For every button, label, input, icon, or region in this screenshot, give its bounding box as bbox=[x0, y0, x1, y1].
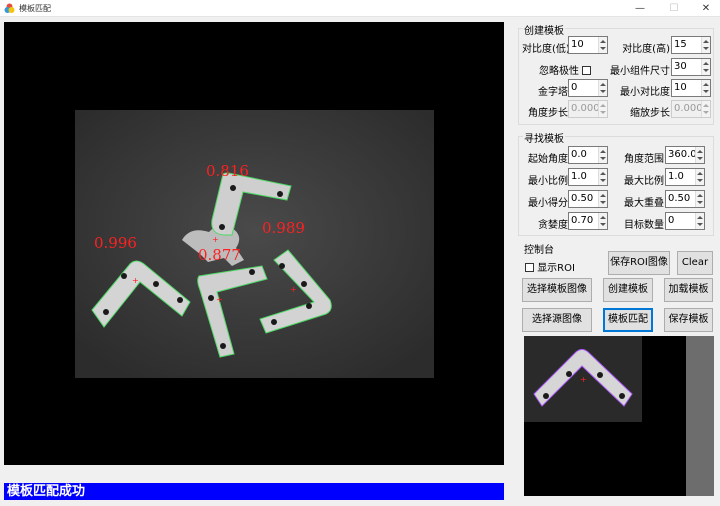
target-count-stepper[interactable]: 0 bbox=[665, 212, 705, 230]
show-roi-checkbox[interactable]: 显示ROI bbox=[525, 259, 575, 274]
max-scale-stepper[interactable]: 1.0 bbox=[665, 168, 705, 186]
contrast-low-stepper[interactable]: 10 bbox=[568, 36, 608, 54]
checkbox-box[interactable] bbox=[525, 263, 534, 272]
contrast-high-label: 对比度(高) bbox=[622, 44, 670, 55]
window-title: 模板匹配 bbox=[19, 4, 51, 13]
min-scale-label: 最小比例 bbox=[528, 176, 568, 187]
start-angle-stepper[interactable]: 0.0 bbox=[568, 146, 608, 164]
select-template-image-button[interactable]: 选择模板图像 bbox=[522, 278, 592, 302]
template-match-button[interactable]: 模板匹配 bbox=[603, 308, 653, 332]
status-bar: 模板匹配成功 bbox=[4, 483, 504, 500]
min-component-size-label: 最小组件尺寸 bbox=[610, 66, 670, 77]
max-overlap-stepper[interactable]: 0.50 bbox=[665, 190, 705, 208]
clear-button[interactable]: Clear bbox=[677, 251, 713, 275]
maximize-button: ☐ bbox=[669, 3, 679, 14]
center-marker: + bbox=[216, 295, 223, 304]
angle-range-stepper[interactable]: 360.0 bbox=[665, 146, 705, 164]
greediness-label: 贪婪度 bbox=[538, 220, 568, 231]
min-component-size-stepper[interactable]: 30 bbox=[671, 58, 711, 76]
pyramid-label: 金字塔 bbox=[538, 87, 568, 98]
center-marker: + bbox=[290, 285, 297, 294]
title-bar: 模板匹配 — ☐ ✕ bbox=[0, 0, 720, 17]
select-source-image-button[interactable]: 选择源图像 bbox=[522, 308, 592, 332]
angle-step-label: 角度步长 bbox=[528, 108, 568, 119]
max-scale-label: 最大比例 bbox=[624, 176, 664, 187]
save-roi-image-button[interactable]: 保存ROI图像 bbox=[608, 251, 670, 275]
center-marker: + bbox=[132, 276, 139, 285]
image-viewer[interactable]: + + + + 0.816 0.996 0.877 0.989 bbox=[4, 22, 504, 465]
angle-range-label: 角度范围 bbox=[624, 154, 664, 165]
start-angle-label: 起始角度 bbox=[528, 154, 568, 165]
max-overlap-label: 最大重叠 bbox=[624, 198, 664, 209]
match-score: 0.816 bbox=[206, 162, 249, 180]
angle-step-stepper: 0.0000 bbox=[568, 100, 608, 118]
scale-step-stepper: 0.0000 bbox=[671, 100, 711, 118]
scale-step-label: 缩放步长 bbox=[630, 108, 670, 119]
match-score: 0.877 bbox=[198, 246, 241, 264]
min-score-stepper[interactable]: 0.50 bbox=[568, 190, 608, 208]
save-template-button[interactable]: 保存模板 bbox=[664, 308, 713, 332]
create-template-title: 创建模板 bbox=[523, 22, 565, 37]
minimize-button[interactable]: — bbox=[626, 0, 654, 17]
target-count-label: 目标数量 bbox=[624, 220, 664, 231]
min-contrast-label: 最小对比度 bbox=[620, 87, 670, 98]
find-template-title: 寻找模板 bbox=[523, 130, 565, 145]
match-score: 0.996 bbox=[94, 234, 137, 252]
center-marker: + bbox=[580, 375, 587, 384]
close-button[interactable]: ✕ bbox=[692, 0, 720, 17]
match-score: 0.989 bbox=[262, 219, 305, 237]
create-template-button[interactable]: 创建模板 bbox=[603, 278, 653, 302]
contrast-low-label: 对比度(低) bbox=[522, 44, 570, 55]
greediness-stepper[interactable]: 0.70 bbox=[568, 212, 608, 230]
min-scale-stepper[interactable]: 1.0 bbox=[568, 168, 608, 186]
source-image: + + + + 0.816 0.996 0.877 0.989 bbox=[75, 110, 434, 378]
ignore-polarity-checkbox[interactable]: 忽略极性 bbox=[539, 62, 592, 77]
template-preview-image: + bbox=[524, 336, 714, 496]
contrast-high-stepper[interactable]: 15 bbox=[671, 36, 711, 54]
min-score-label: 最小得分 bbox=[528, 198, 568, 209]
center-marker: + bbox=[212, 235, 219, 244]
template-preview: + bbox=[524, 336, 714, 496]
checkbox-box[interactable] bbox=[582, 66, 592, 75]
load-template-button[interactable]: 加载模板 bbox=[664, 278, 713, 302]
app-icon bbox=[4, 3, 15, 13]
pyramid-stepper[interactable]: 0 bbox=[568, 79, 608, 97]
min-contrast-stepper[interactable]: 10 bbox=[671, 79, 711, 97]
console-title: 控制台 bbox=[523, 241, 555, 256]
